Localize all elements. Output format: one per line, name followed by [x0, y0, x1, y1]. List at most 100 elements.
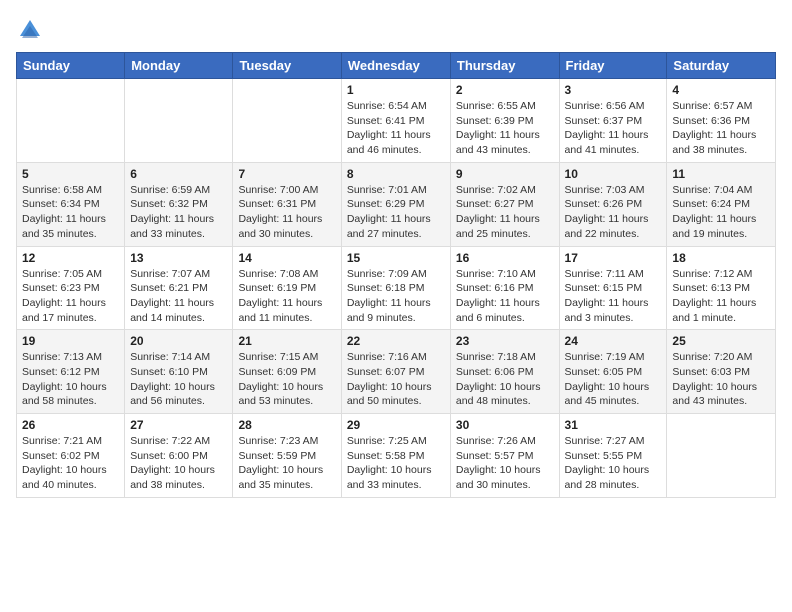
- calendar-cell: 14 Sunrise: 7:08 AM Sunset: 6:19 PM Dayli…: [233, 246, 341, 330]
- cell-content: Sunrise: 7:14 AM Sunset: 6:10 PM Dayligh…: [130, 350, 227, 409]
- cell-content: Sunrise: 6:56 AM Sunset: 6:37 PM Dayligh…: [565, 99, 662, 158]
- day-number: 21: [238, 334, 335, 348]
- day-number: 9: [456, 167, 554, 181]
- header-monday: Monday: [125, 53, 233, 79]
- header-friday: Friday: [559, 53, 667, 79]
- calendar-cell: 12 Sunrise: 7:05 AM Sunset: 6:23 PM Dayli…: [17, 246, 125, 330]
- logo-icon: [16, 16, 44, 44]
- cell-content: Sunrise: 7:05 AM Sunset: 6:23 PM Dayligh…: [22, 267, 119, 326]
- header-tuesday: Tuesday: [233, 53, 341, 79]
- calendar-cell: 8 Sunrise: 7:01 AM Sunset: 6:29 PM Daylig…: [341, 162, 450, 246]
- calendar-cell: [667, 414, 776, 498]
- calendar-cell: 27Sunrise: 7:22 AM Sunset: 6:00 PM Dayli…: [125, 414, 233, 498]
- calendar-cell: [125, 79, 233, 163]
- day-number: 15: [347, 251, 445, 265]
- calendar-cell: 11Sunrise: 7:04 AM Sunset: 6:24 PM Dayli…: [667, 162, 776, 246]
- calendar-week-row: 26 Sunrise: 7:21 AM Sunset: 6:02 PM Dayli…: [17, 414, 776, 498]
- header-saturday: Saturday: [667, 53, 776, 79]
- cell-content: Sunrise: 7:15 AM Sunset: 6:09 PM Dayligh…: [238, 350, 335, 409]
- day-number: 30: [456, 418, 554, 432]
- cell-content: Sunrise: 6:54 AM Sunset: 6:41 PM Dayligh…: [347, 99, 445, 158]
- calendar-cell: 26 Sunrise: 7:21 AM Sunset: 6:02 PM Dayli…: [17, 414, 125, 498]
- calendar-cell: 15Sunrise: 7:09 AM Sunset: 6:18 PM Dayli…: [341, 246, 450, 330]
- header-thursday: Thursday: [450, 53, 559, 79]
- cell-content: Sunrise: 7:26 AM Sunset: 5:57 PM Dayligh…: [456, 434, 554, 493]
- calendar-cell: 10 Sunrise: 7:03 AM Sunset: 6:26 PM Dayli…: [559, 162, 667, 246]
- calendar-cell: [233, 79, 341, 163]
- calendar-cell: 6 Sunrise: 6:59 AM Sunset: 6:32 PM Daylig…: [125, 162, 233, 246]
- calendar-cell: 16 Sunrise: 7:10 AM Sunset: 6:16 PM Dayli…: [450, 246, 559, 330]
- cell-content: Sunrise: 7:21 AM Sunset: 6:02 PM Dayligh…: [22, 434, 119, 493]
- cell-content: Sunrise: 7:04 AM Sunset: 6:24 PM Dayligh…: [672, 183, 770, 242]
- cell-content: Sunrise: 7:19 AM Sunset: 6:05 PM Dayligh…: [565, 350, 662, 409]
- day-number: 3: [565, 83, 662, 97]
- calendar-cell: 21 Sunrise: 7:15 AM Sunset: 6:09 PM Dayli…: [233, 330, 341, 414]
- calendar-cell: 22 Sunrise: 7:16 AM Sunset: 6:07 PM Dayli…: [341, 330, 450, 414]
- cell-content: Sunrise: 7:25 AM Sunset: 5:58 PM Dayligh…: [347, 434, 445, 493]
- calendar-cell: 2 Sunrise: 6:55 AM Sunset: 6:39 PM Daylig…: [450, 79, 559, 163]
- calendar-week-row: 1 Sunrise: 6:54 AM Sunset: 6:41 PM Daylig…: [17, 79, 776, 163]
- calendar-cell: 9Sunrise: 7:02 AM Sunset: 6:27 PM Daylig…: [450, 162, 559, 246]
- day-number: 8: [347, 167, 445, 181]
- calendar-cell: 19 Sunrise: 7:13 AM Sunset: 6:12 PM Dayli…: [17, 330, 125, 414]
- day-number: 7: [238, 167, 335, 181]
- calendar-cell: 7 Sunrise: 7:00 AM Sunset: 6:31 PM Daylig…: [233, 162, 341, 246]
- day-number: 6: [130, 167, 227, 181]
- cell-content: Sunrise: 7:12 AM Sunset: 6:13 PM Dayligh…: [672, 267, 770, 326]
- cell-content: Sunrise: 7:07 AM Sunset: 6:21 PM Dayligh…: [130, 267, 227, 326]
- header-sunday: Sunday: [17, 53, 125, 79]
- cell-content: Sunrise: 7:03 AM Sunset: 6:26 PM Dayligh…: [565, 183, 662, 242]
- day-number: 18: [672, 251, 770, 265]
- cell-content: Sunrise: 7:08 AM Sunset: 6:19 PM Dayligh…: [238, 267, 335, 326]
- calendar-cell: 23Sunrise: 7:18 AM Sunset: 6:06 PM Dayli…: [450, 330, 559, 414]
- calendar-cell: 31Sunrise: 7:27 AM Sunset: 5:55 PM Dayli…: [559, 414, 667, 498]
- day-number: 28: [238, 418, 335, 432]
- day-number: 17: [565, 251, 662, 265]
- cell-content: Sunrise: 7:00 AM Sunset: 6:31 PM Dayligh…: [238, 183, 335, 242]
- calendar-cell: 1 Sunrise: 6:54 AM Sunset: 6:41 PM Daylig…: [341, 79, 450, 163]
- calendar-cell: 24 Sunrise: 7:19 AM Sunset: 6:05 PM Dayli…: [559, 330, 667, 414]
- cell-content: Sunrise: 7:11 AM Sunset: 6:15 PM Dayligh…: [565, 267, 662, 326]
- calendar-week-row: 19 Sunrise: 7:13 AM Sunset: 6:12 PM Dayli…: [17, 330, 776, 414]
- day-number: 2: [456, 83, 554, 97]
- cell-content: Sunrise: 6:58 AM Sunset: 6:34 PM Dayligh…: [22, 183, 119, 242]
- cell-content: Sunrise: 6:59 AM Sunset: 6:32 PM Dayligh…: [130, 183, 227, 242]
- day-number: 22: [347, 334, 445, 348]
- cell-content: Sunrise: 7:20 AM Sunset: 6:03 PM Dayligh…: [672, 350, 770, 409]
- day-number: 16: [456, 251, 554, 265]
- day-number: 23: [456, 334, 554, 348]
- day-number: 25: [672, 334, 770, 348]
- cell-content: Sunrise: 7:01 AM Sunset: 6:29 PM Dayligh…: [347, 183, 445, 242]
- cell-content: Sunrise: 6:55 AM Sunset: 6:39 PM Dayligh…: [456, 99, 554, 158]
- day-number: 12: [22, 251, 119, 265]
- calendar-cell: 29 Sunrise: 7:25 AM Sunset: 5:58 PM Dayli…: [341, 414, 450, 498]
- day-number: 14: [238, 251, 335, 265]
- day-number: 26: [22, 418, 119, 432]
- calendar-table: SundayMondayTuesdayWednesdayThursdayFrid…: [16, 52, 776, 498]
- cell-content: Sunrise: 7:16 AM Sunset: 6:07 PM Dayligh…: [347, 350, 445, 409]
- day-number: 4: [672, 83, 770, 97]
- calendar-cell: 25 Sunrise: 7:20 AM Sunset: 6:03 PM Dayli…: [667, 330, 776, 414]
- day-number: 1: [347, 83, 445, 97]
- header-wednesday: Wednesday: [341, 53, 450, 79]
- day-number: 10: [565, 167, 662, 181]
- cell-content: Sunrise: 7:13 AM Sunset: 6:12 PM Dayligh…: [22, 350, 119, 409]
- calendar-cell: 18 Sunrise: 7:12 AM Sunset: 6:13 PM Dayli…: [667, 246, 776, 330]
- cell-content: Sunrise: 7:27 AM Sunset: 5:55 PM Dayligh…: [565, 434, 662, 493]
- calendar-cell: 13 Sunrise: 7:07 AM Sunset: 6:21 PM Dayli…: [125, 246, 233, 330]
- cell-content: Sunrise: 7:23 AM Sunset: 5:59 PM Dayligh…: [238, 434, 335, 493]
- calendar-cell: 20 Sunrise: 7:14 AM Sunset: 6:10 PM Dayli…: [125, 330, 233, 414]
- day-number: 24: [565, 334, 662, 348]
- cell-content: Sunrise: 7:10 AM Sunset: 6:16 PM Dayligh…: [456, 267, 554, 326]
- calendar-week-row: 5Sunrise: 6:58 AM Sunset: 6:34 PM Daylig…: [17, 162, 776, 246]
- calendar-week-row: 12 Sunrise: 7:05 AM Sunset: 6:23 PM Dayli…: [17, 246, 776, 330]
- calendar-cell: 30 Sunrise: 7:26 AM Sunset: 5:57 PM Dayli…: [450, 414, 559, 498]
- calendar-cell: [17, 79, 125, 163]
- day-number: 19: [22, 334, 119, 348]
- calendar-cell: 5Sunrise: 6:58 AM Sunset: 6:34 PM Daylig…: [17, 162, 125, 246]
- cell-content: Sunrise: 6:57 AM Sunset: 6:36 PM Dayligh…: [672, 99, 770, 158]
- day-number: 29: [347, 418, 445, 432]
- day-number: 13: [130, 251, 227, 265]
- day-number: 20: [130, 334, 227, 348]
- cell-content: Sunrise: 7:22 AM Sunset: 6:00 PM Dayligh…: [130, 434, 227, 493]
